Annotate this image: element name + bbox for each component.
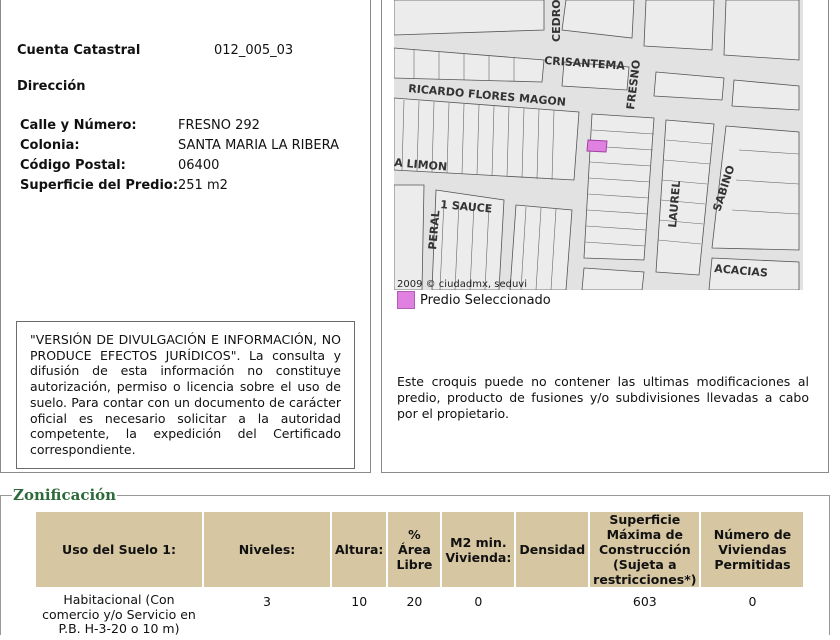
cell-niveles: 3 (204, 589, 330, 638)
calle-label: Calle y Número: (20, 118, 137, 133)
superficie-value: 251 m2 (178, 178, 228, 193)
header-uso-suelo: Uso del Suelo 1: (36, 512, 202, 587)
colonia-value: SANTA MARIA LA RIBERA (178, 138, 340, 153)
cp-value: 06400 (178, 158, 220, 173)
cp-label: Código Postal: (20, 158, 126, 173)
header-altura: Altura: (332, 512, 387, 587)
header-niveles: Niveles: (204, 512, 330, 587)
cell-numero-viviendas: 0 (701, 589, 804, 638)
cell-altura: 10 (332, 589, 387, 638)
direccion-label: Dirección (17, 79, 86, 94)
header-m2-min-vivienda: M2 min. Vivienda: (442, 512, 515, 587)
fieldset-side-right (829, 495, 830, 635)
zonificacion-title: Zonificación (12, 485, 118, 505)
legend-label: Predio Seleccionado (420, 293, 551, 308)
cuenta-label: Cuenta Catastral (17, 43, 141, 58)
header-area-libre: % Área Libre (388, 512, 441, 587)
map-credit: 2009 © ciudadmx, seduvi (397, 279, 527, 290)
superficie-label: Superficie del Predio: (20, 178, 179, 193)
cell-m2-min-vivienda: 0 (442, 589, 515, 638)
selected-lot-marker (586, 139, 608, 153)
croquis-note: Este croquis puede no contener las ultim… (397, 374, 809, 421)
zonificacion-table: Uso del Suelo 1: Niveles: Altura: % Área… (34, 510, 805, 640)
cuenta-value: 012_005_03 (214, 43, 294, 58)
calle-value: FRESNO 292 (178, 118, 260, 133)
fieldset-border-left (0, 495, 12, 496)
legend-swatch (397, 291, 415, 309)
header-superficie-maxima: Superficie Máxima de Construcción (Sujet… (590, 512, 700, 587)
cell-densidad (516, 589, 589, 638)
street-cedro: CEDRO (550, 0, 563, 42)
header-numero-viviendas: Número de Viviendas Permitidas (701, 512, 804, 587)
cell-superficie-maxima: 603 (590, 589, 700, 638)
fieldset-side-left (0, 495, 1, 635)
location-map[interactable]: CEDRO CRISANTEMA FRESNO RICARDO FLORES M… (394, 0, 803, 290)
fieldset-border-right (116, 495, 830, 496)
cell-area-libre: 20 (388, 589, 441, 638)
cell-uso-suelo: Habitacional (Con comercio y/o Servicio … (36, 589, 202, 638)
table-row: Habitacional (Con comercio y/o Servicio … (36, 589, 804, 638)
disclaimer-box: "VERSIÓN DE DIVULGACIÓN E INFORMACIÓN, N… (16, 321, 355, 469)
header-densidad: Densidad (516, 512, 589, 587)
colonia-label: Colonia: (20, 138, 80, 153)
